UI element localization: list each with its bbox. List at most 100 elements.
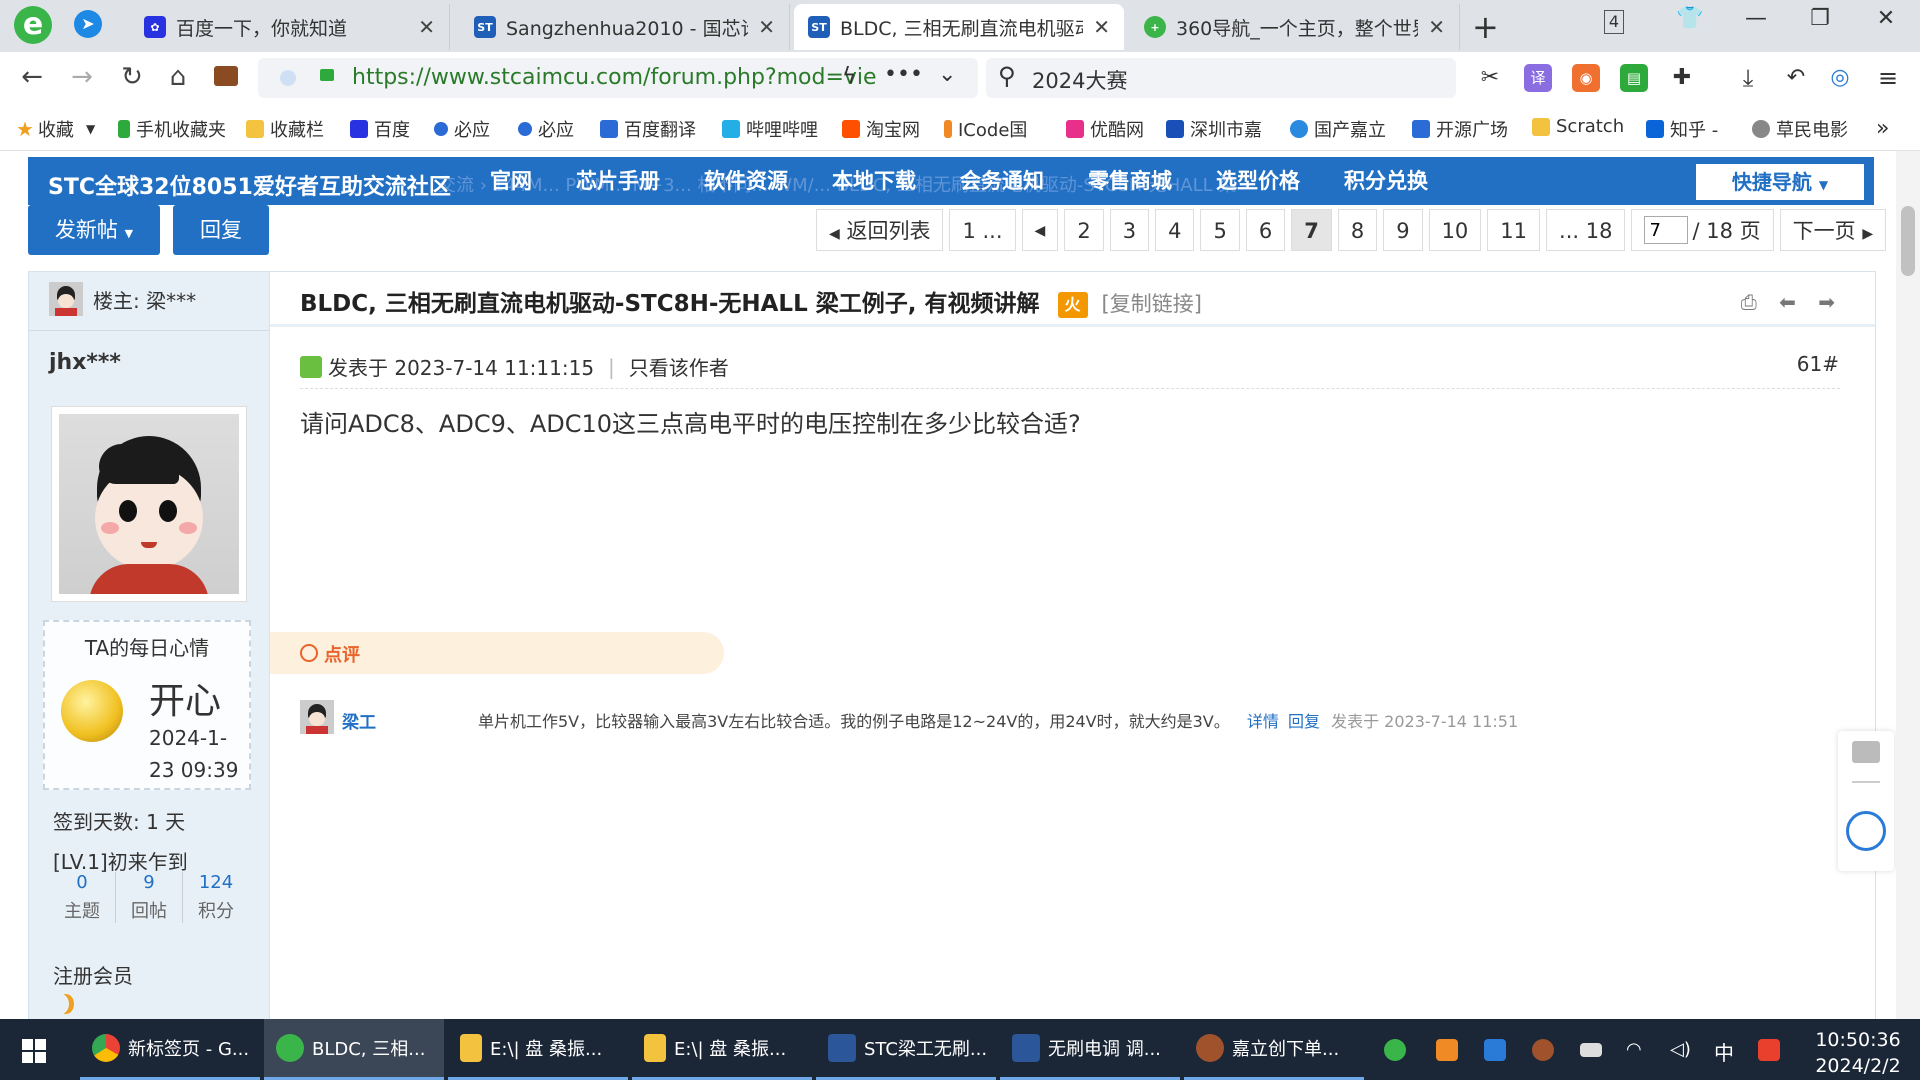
taskbar-chrome[interactable]: 新标签页 - G... xyxy=(80,1019,260,1080)
page-first[interactable]: 1 ... xyxy=(949,209,1016,251)
floor-number[interactable]: 61# xyxy=(1797,352,1839,376)
site-brand[interactable]: STC全球32位8051爱好者互助交流社区 xyxy=(48,169,451,201)
chat-bubble-icon[interactable] xyxy=(1852,741,1880,763)
download-icon[interactable]: ⤓ xyxy=(1734,64,1762,92)
back-arrow-icon[interactable]: ← xyxy=(14,62,50,92)
shirt-skin-icon[interactable]: 👕 xyxy=(1670,6,1710,31)
search-input[interactable]: 2024大赛 xyxy=(1032,65,1127,95)
page-5[interactable]: 5 xyxy=(1200,209,1240,251)
book-icon[interactable]: ▤ xyxy=(1620,64,1648,92)
nav-pricing[interactable]: 选型价格 xyxy=(1194,157,1322,205)
taskbar-word-2[interactable]: 无刷电调 调... xyxy=(1000,1019,1180,1080)
tab-count-badge[interactable]: 4 xyxy=(1604,10,1624,34)
bookmark-zhihu[interactable]: 知乎 - xyxy=(1646,116,1718,142)
print-icon[interactable]: ⎙ xyxy=(1741,290,1757,314)
tab-close-icon[interactable]: ✕ xyxy=(1428,15,1445,39)
tab-close-icon[interactable]: ✕ xyxy=(758,15,775,39)
nav-official[interactable]: 官网 xyxy=(468,157,554,205)
sogou-ime-icon[interactable] xyxy=(1758,1039,1780,1061)
copy-link[interactable]: [复制链接] xyxy=(1102,292,1202,316)
home-icon[interactable]: ⌂ xyxy=(160,62,196,92)
bookmark-mobile[interactable]: 手机收藏夹 xyxy=(118,116,226,142)
nav-notices[interactable]: 会务通知 xyxy=(938,157,1066,205)
tab-close-icon[interactable]: ✕ xyxy=(1093,15,1110,39)
commenter-name[interactable]: 梁工 xyxy=(342,708,376,733)
commenter-avatar[interactable] xyxy=(300,700,334,734)
page-10[interactable]: 10 xyxy=(1428,209,1482,251)
back-to-top-icon[interactable] xyxy=(1852,781,1880,783)
forward-arrow-icon[interactable]: → xyxy=(64,62,100,92)
stat-topics[interactable]: 0 主题 xyxy=(49,872,116,923)
edge-sidebar-icon[interactable] xyxy=(1846,811,1886,851)
nav-downloads[interactable]: 本地下载 xyxy=(810,157,938,205)
only-author-link[interactable]: 只看该作者 xyxy=(629,352,729,381)
more-dots-icon[interactable]: ••• xyxy=(884,62,923,87)
tab-bldc-active[interactable]: ST BLDC, 三相无刷直流电机驱动 ✕ xyxy=(794,4,1124,50)
briefcase-icon[interactable] xyxy=(208,62,244,93)
lightning-icon[interactable]: ϟ xyxy=(842,64,857,89)
send-icon[interactable]: ➤ xyxy=(74,10,102,38)
prev-thread-icon[interactable]: ⬅ xyxy=(1779,290,1796,314)
page-4[interactable]: 4 xyxy=(1155,209,1195,251)
bookmark-baidu-translate[interactable]: 百度翻译 xyxy=(600,116,696,142)
next-thread-icon[interactable]: ➡ xyxy=(1818,290,1835,314)
taskbar-jlc[interactable]: 嘉立创下单... xyxy=(1184,1019,1364,1080)
close-window-icon[interactable]: ✕ xyxy=(1866,6,1906,31)
windows-start-icon[interactable] xyxy=(22,1039,46,1063)
browser-logo-icon[interactable]: e xyxy=(14,6,52,44)
nav-datasheets[interactable]: 芯片手册 xyxy=(554,157,682,205)
page-last[interactable]: ... 18 xyxy=(1546,209,1626,251)
bookmark-icode[interactable]: ICode国 xyxy=(944,116,1027,142)
translate-icon[interactable]: 译 xyxy=(1524,64,1552,92)
bookmark-bing-2[interactable]: 必应 xyxy=(518,116,574,142)
prev-page-icon[interactable]: ◀ xyxy=(1021,209,1059,251)
tab-360[interactable]: + 360导航_一个主页，整个世界 ✕ xyxy=(1130,4,1460,50)
op-avatar[interactable] xyxy=(49,282,83,316)
volume-icon[interactable]: ◁) xyxy=(1670,1039,1692,1061)
poster-username[interactable]: jhx*** xyxy=(49,350,121,375)
undo-icon[interactable]: ↶ xyxy=(1782,64,1810,92)
page-9[interactable]: 9 xyxy=(1383,209,1423,251)
site-info-icon[interactable] xyxy=(280,70,296,86)
taskbar-folder-2[interactable]: E:\| 盘 桑振... xyxy=(632,1019,812,1080)
menu-icon[interactable]: ≡ xyxy=(1874,64,1902,92)
user-level[interactable]: [LV.1]初来乍到 xyxy=(53,846,188,875)
bookmark-movie[interactable]: 草民电影 xyxy=(1752,116,1848,142)
page-scrollbar[interactable] xyxy=(1896,151,1920,1019)
page-jump-input[interactable] xyxy=(1644,216,1689,244)
taskbar-browser-active[interactable]: BLDC, 三相... xyxy=(264,1019,444,1080)
search-box[interactable]: ⚲ 2024大赛 xyxy=(986,58,1456,98)
tab-close-icon[interactable]: ✕ xyxy=(418,15,435,39)
tray-shield-icon[interactable] xyxy=(1436,1039,1458,1061)
bookmark-jialichuang[interactable]: 国产嘉立 xyxy=(1290,116,1386,142)
page-11[interactable]: 11 xyxy=(1487,209,1541,251)
taskbar-word-1[interactable]: STC梁工无刷... xyxy=(816,1019,996,1080)
comment-detail-link[interactable]: 详情 xyxy=(1247,712,1279,731)
tab-baidu[interactable]: ✿ 百度一下，你就知道 ✕ xyxy=(130,4,450,50)
scroll-thumb[interactable] xyxy=(1901,206,1915,276)
nav-shop[interactable]: 零售商城 xyxy=(1066,157,1194,205)
minimize-icon[interactable]: — xyxy=(1736,6,1776,31)
back-to-list-button[interactable]: ◀ 返回列表 xyxy=(816,209,944,251)
battery-icon[interactable] xyxy=(1580,1043,1602,1057)
tray-app-icon[interactable] xyxy=(1484,1039,1506,1061)
bookmark-baidu[interactable]: 百度 xyxy=(350,116,410,142)
stat-replies[interactable]: 9 回帖 xyxy=(116,872,183,923)
bookmark-bilibili[interactable]: 哔哩哔哩 xyxy=(722,116,818,142)
bookmark-folder[interactable]: 收藏栏 xyxy=(246,116,324,142)
bookmark-favorites[interactable]: ★ 收藏 ▼ xyxy=(16,116,95,142)
url-text[interactable]: https://www.stcaimcu.com/forum.php?mod=v… xyxy=(352,65,912,90)
stat-points[interactable]: 124 积分 xyxy=(183,872,249,923)
restore-icon[interactable]: ❐ xyxy=(1800,6,1840,31)
gamepad-icon[interactable]: ◉ xyxy=(1572,64,1600,92)
poster-avatar[interactable] xyxy=(51,406,247,602)
more-bookmarks-icon[interactable]: » xyxy=(1876,116,1889,141)
tray-browser-icon[interactable] xyxy=(1384,1039,1406,1061)
nav-software[interactable]: 软件资源 xyxy=(682,157,810,205)
page-6[interactable]: 6 xyxy=(1245,209,1286,251)
bookmark-jlc[interactable]: 深圳市嘉 xyxy=(1166,116,1262,142)
tray-bear-icon[interactable] xyxy=(1532,1039,1554,1061)
ime-indicator[interactable]: 中 xyxy=(1714,1037,1736,1065)
new-post-button[interactable]: 发新帖 ▼ xyxy=(28,205,160,255)
address-bar[interactable]: https://www.stcaimcu.com/forum.php?mod=v… xyxy=(258,58,978,98)
